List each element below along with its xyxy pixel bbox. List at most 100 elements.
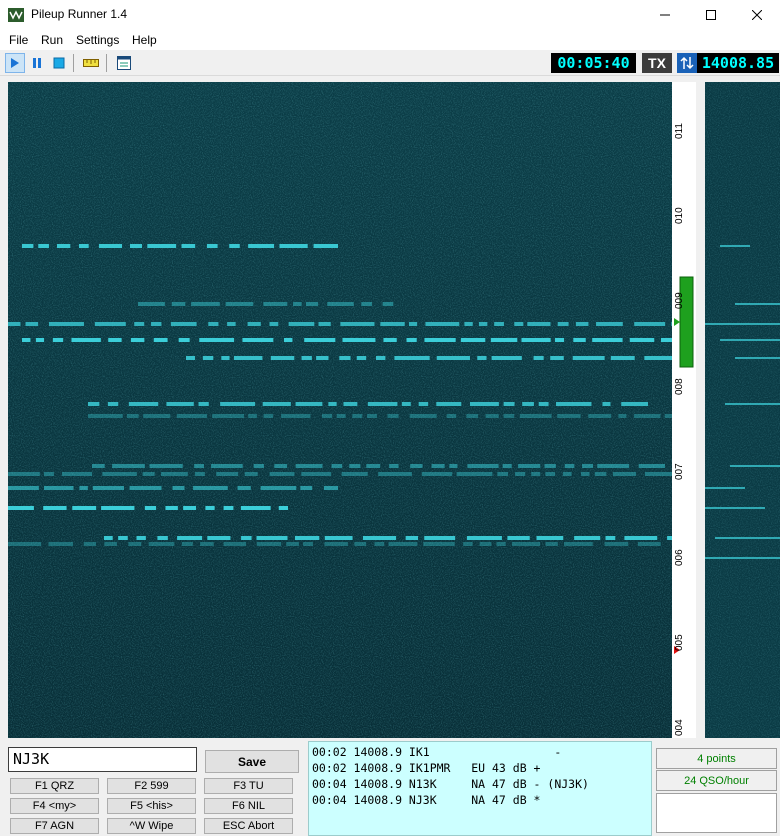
cw-signal-segment [374,542,385,546]
cw-signal-segment [262,402,291,406]
menu-run[interactable]: Run [41,33,63,47]
cw-signal-segment [166,402,194,406]
cw-signal-segment [449,464,458,468]
menu-file[interactable]: File [9,33,28,47]
band-map-trace [735,303,780,305]
cw-signal-segment [341,472,368,476]
cw-signal-segment [514,322,524,326]
menu-help[interactable]: Help [132,33,157,47]
f2-599-button[interactable]: F2 599 [107,778,196,794]
cw-signal-segment [263,302,288,306]
cw-signal-segment [283,338,293,342]
cw-signal-segment [343,402,358,406]
window-button[interactable] [114,53,134,73]
cw-signal-segment [466,414,479,418]
cw-signal-segment [340,322,375,326]
cw-signal-segment [181,542,193,546]
menu-settings[interactable]: Settings [76,33,119,47]
play-button[interactable] [5,53,25,73]
play-icon [11,58,19,68]
log-row: 00:04 14008.9 NJ3K NA 47 dB * [312,793,541,807]
log-row: 00:02 14008.9 IK1PMR EU 43 dB + [312,761,541,775]
scale-label: 008 [674,378,685,395]
cw-signal-segment [38,244,49,248]
cw-signal-segment [244,472,258,476]
f3-tu-button[interactable]: F3 TU [204,778,293,794]
pause-button[interactable] [27,53,47,73]
cw-signal-segment [610,356,635,360]
cw-signal-segment [588,414,612,418]
qso-log: 00:02 14008.9 IK1 - 00:02 14008.9 IK1PMR… [308,741,652,836]
cw-signal-segment [464,322,473,326]
abort-button[interactable]: ESC Abort [204,818,293,834]
cw-signal-segment [380,322,405,326]
cw-signal-segment [502,464,512,468]
cw-signal-segment [503,402,515,406]
cw-signal-segment [618,414,627,418]
cw-signal-segment [431,464,445,468]
cw-signal-segment [460,338,486,342]
cw-signal-segment [382,302,394,306]
minimize-button[interactable] [642,0,688,30]
cw-signal-segment [170,322,197,326]
wipe-button[interactable]: ^W Wipe [107,818,196,834]
cw-signal-segment [328,402,337,406]
close-button[interactable] [734,0,780,30]
rate-display: 24 QSO/hour [656,770,777,791]
scale-label: 010 [674,207,685,224]
band-map-trace [705,487,745,489]
f4-my-button[interactable]: F4 <my> [10,798,99,814]
cw-signal-segment [531,472,541,476]
callsign-input[interactable]: NJ3K [8,747,197,772]
swap-arrows-icon [680,56,694,70]
cw-signal-segment [324,536,353,540]
cw-signal-segment [269,472,295,476]
cw-signal-segment [550,356,564,360]
swap-button[interactable] [677,53,697,73]
f1-qrz-button[interactable]: F1 QRZ [10,778,99,794]
cw-signal-segment [387,414,399,418]
band-map-trace [720,245,750,247]
maximize-button[interactable] [688,0,734,30]
cw-signal-segment [130,338,145,342]
cw-signal-segment [260,486,297,490]
cw-signal-segment [94,322,126,326]
f5-his-button[interactable]: F5 <his> [107,798,196,814]
cw-signal-segment [43,506,67,510]
cw-signal-segment [511,542,541,546]
cw-signal-segment [366,464,381,468]
ruler-button[interactable] [81,53,101,73]
cw-signal-segment [592,338,623,342]
cw-signal-segment [313,244,338,248]
cw-signal-segment [564,464,575,468]
cw-signal-segment [101,506,135,510]
cw-signal-segment [79,486,88,490]
band-map-trace [705,323,780,325]
waterfall-display[interactable] [8,82,672,738]
cw-signal-segment [138,302,165,306]
cw-signal-segment [322,414,333,418]
scale-label: 004 [674,719,685,736]
scale-label: 009 [674,292,685,309]
stop-button[interactable] [49,53,69,73]
cw-signal-segment [466,536,502,540]
cw-signal-segment [157,536,168,540]
f6-nil-button[interactable]: F6 NIL [204,798,293,814]
cw-signal-segment [98,244,123,248]
cw-signal-segment [142,472,155,476]
band-map-trace [705,557,780,559]
cw-signal-segment [129,486,162,490]
cw-signal-segment [602,402,611,406]
save-button[interactable]: Save [205,750,299,773]
cw-signal-segment [467,464,499,468]
cw-signal-segment [118,536,128,540]
f7-agn-button[interactable]: F7 AGN [10,818,99,834]
menu-bar: File Run Settings Help [0,30,780,50]
cw-signal-segment [644,356,672,360]
cw-signal-segment [8,486,39,490]
cw-signal-segment [367,414,377,418]
filter-passband [680,277,693,367]
cw-signal-segment [424,338,456,342]
cw-signal-segment [165,506,178,510]
cw-signal-segment [194,472,205,476]
